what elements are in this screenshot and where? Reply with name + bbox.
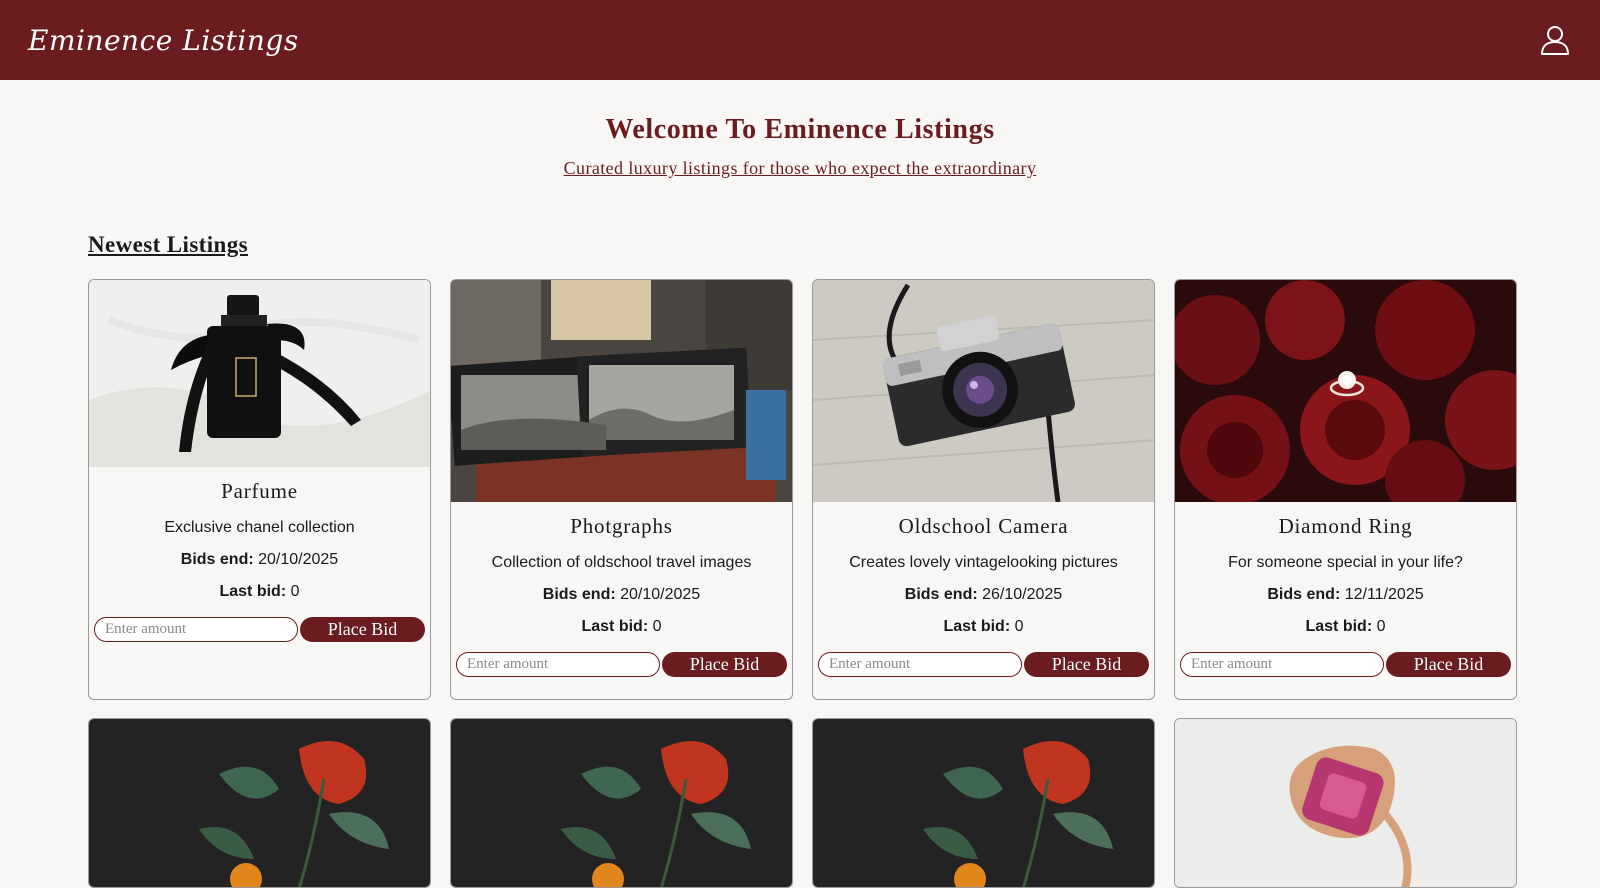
section-title-newest: Newest Listings xyxy=(88,232,248,257)
brand-logo[interactable]: Eminence Listings xyxy=(28,24,299,57)
user-icon[interactable] xyxy=(1538,23,1572,57)
listing-image-flowers xyxy=(89,719,430,887)
listing-bids-end: Bids end: 20/10/2025 xyxy=(89,551,430,569)
last-bid-label: Last bid: xyxy=(219,583,287,600)
listing-last-bid: Last bid: 0 xyxy=(451,618,792,636)
listing-description: For someone special in your life? xyxy=(1228,554,1463,571)
listing-card[interactable]: Parfume Exclusive chanel collection Bids… xyxy=(88,279,431,700)
listing-title[interactable]: Parfume xyxy=(89,479,430,504)
bid-form: Place Bid xyxy=(1180,652,1511,677)
top-navbar: Eminence Listings xyxy=(0,0,1600,80)
listing-bids-end: Bids end: 20/10/2025 xyxy=(451,586,792,604)
place-bid-button[interactable]: Place Bid xyxy=(662,652,787,677)
place-bid-button[interactable]: Place Bid xyxy=(1024,652,1149,677)
listing-card[interactable]: Oldschool Camera Creates lovely vintagel… xyxy=(812,279,1155,700)
bid-amount-input[interactable] xyxy=(818,652,1022,677)
hero-subtitle-link[interactable]: Curated luxury listings for those who ex… xyxy=(564,158,1037,179)
place-bid-button[interactable]: Place Bid xyxy=(300,617,425,642)
bids-end-label: Bids end: xyxy=(1267,586,1341,603)
listing-card[interactable]: Photgraphs Collection of oldschool trave… xyxy=(450,279,793,700)
listing-card[interactable] xyxy=(812,718,1155,888)
listing-title[interactable]: Diamond Ring xyxy=(1175,514,1516,539)
hero-section: Welcome To Eminence Listings Curated lux… xyxy=(0,80,1600,179)
listing-last-bid: Last bid: 0 xyxy=(1175,618,1516,636)
bids-end-value: 20/10/2025 xyxy=(258,551,339,568)
bid-form: Place Bid xyxy=(94,617,425,642)
last-bid-value: 0 xyxy=(290,583,300,600)
last-bid-value: 0 xyxy=(1376,618,1386,635)
listing-bids-end: Bids end: 26/10/2025 xyxy=(813,586,1154,604)
bid-amount-input[interactable] xyxy=(94,617,298,642)
last-bid-label: Last bid: xyxy=(1305,618,1373,635)
listing-card[interactable] xyxy=(88,718,431,888)
listing-image-camera xyxy=(813,280,1154,502)
place-bid-button[interactable]: Place Bid xyxy=(1386,652,1511,677)
bid-amount-input[interactable] xyxy=(456,652,660,677)
listing-description: Collection of oldschool travel images xyxy=(491,554,752,571)
bids-end-label: Bids end: xyxy=(904,586,978,603)
listing-image-diamond-ring xyxy=(1175,280,1516,502)
listing-description: Creates lovely vintagelooking pictures xyxy=(849,554,1118,571)
listing-image-parfume xyxy=(89,280,430,467)
listing-image-photographs xyxy=(451,280,792,502)
bid-form: Place Bid xyxy=(456,652,787,677)
bids-end-value: 12/11/2025 xyxy=(1344,586,1424,603)
listing-title[interactable]: Oldschool Camera xyxy=(813,514,1154,539)
listing-image-flowers xyxy=(813,719,1154,887)
listing-image-pink-ring xyxy=(1175,719,1516,887)
listing-title[interactable]: Photgraphs xyxy=(451,514,792,539)
listing-bids-end: Bids end: 12/11/2025 xyxy=(1175,586,1516,604)
bids-end-value: 26/10/2025 xyxy=(982,586,1063,603)
last-bid-label: Last bid: xyxy=(581,618,649,635)
listing-last-bid: Last bid: 0 xyxy=(813,618,1154,636)
last-bid-label: Last bid: xyxy=(943,618,1011,635)
listing-card[interactable] xyxy=(1174,718,1517,888)
listing-last-bid: Last bid: 0 xyxy=(89,583,430,601)
last-bid-value: 0 xyxy=(652,618,662,635)
listing-description: Exclusive chanel collection xyxy=(164,519,355,536)
listing-image-flowers xyxy=(451,719,792,887)
hero-title: Welcome To Eminence Listings xyxy=(605,114,995,145)
bids-end-value: 20/10/2025 xyxy=(620,586,701,603)
listing-card[interactable] xyxy=(450,718,793,888)
last-bid-value: 0 xyxy=(1014,618,1024,635)
bid-amount-input[interactable] xyxy=(1180,652,1384,677)
bids-end-label: Bids end: xyxy=(180,551,254,568)
bids-end-label: Bids end: xyxy=(542,586,616,603)
bid-form: Place Bid xyxy=(818,652,1149,677)
listing-card[interactable]: Diamond Ring For someone special in your… xyxy=(1174,279,1517,700)
